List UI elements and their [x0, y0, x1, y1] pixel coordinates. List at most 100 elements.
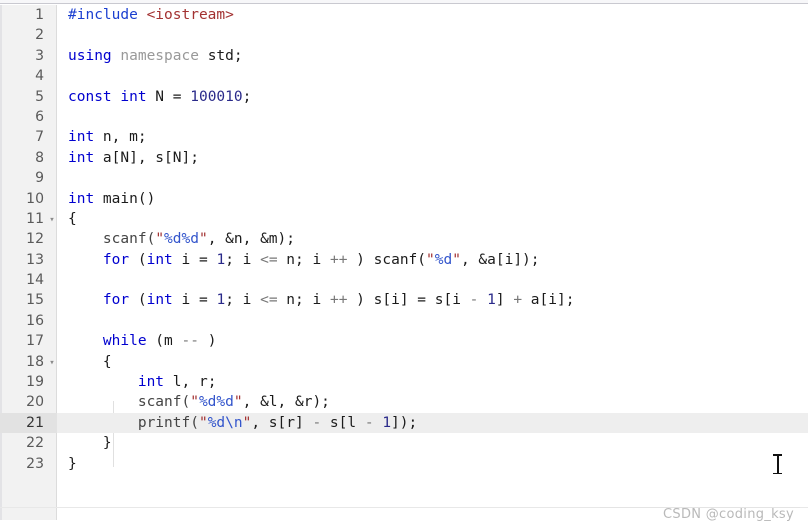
code-line[interactable]: 13 for (int i = 1; i <= n; i ++ ) scanf(… — [0, 250, 808, 270]
code-line[interactable]: 18 ▾ { — [0, 352, 808, 372]
fold-toggle-icon[interactable]: ▾ — [47, 352, 57, 372]
token-pl: } — [68, 455, 77, 472]
code-line[interactable]: 12 scanf("%d%d", &n, &m); — [0, 229, 808, 249]
token-kw: int — [68, 129, 95, 146]
code-line[interactable]: 19 int l, r; — [0, 372, 808, 392]
code-line[interactable]: 17 while (m -- ) — [0, 331, 808, 351]
code-line[interactable]: 15 for (int i = 1; i <= n; i ++ ) s[i] =… — [0, 290, 808, 310]
token-pl: ) s[i] = s[i — [347, 292, 470, 309]
token-pl: l, r; — [164, 374, 217, 391]
code-line[interactable]: 1 #include <iostream> — [0, 5, 808, 25]
code-text[interactable]: const int N = 100010; — [68, 87, 251, 107]
token-pl: ( — [129, 251, 147, 268]
token-num: 1 — [216, 292, 226, 309]
token-str: " — [190, 394, 199, 411]
code-line[interactable]: 9 — [0, 168, 808, 188]
line-number: 19 — [26, 374, 44, 391]
code-lines[interactable]: 1 #include <iostream> 2 3 using namespace st… — [0, 5, 808, 474]
code-text[interactable]: int l, r; — [68, 372, 217, 392]
watermark-text: CSDN @coding_ksy — [663, 507, 794, 522]
code-line[interactable]: 6 — [0, 107, 808, 127]
token-kw: int — [146, 292, 173, 309]
ibeam-cap-bottom — [773, 472, 782, 474]
line-number: 10 — [26, 190, 44, 207]
code-text[interactable]: while (m -- ) — [68, 331, 217, 351]
line-number: 2 — [35, 27, 44, 44]
token-fmt: %d%d — [164, 231, 199, 248]
token-op: -- — [181, 333, 199, 350]
code-text[interactable]: int main() — [68, 189, 155, 209]
token-pl: , s[r] — [251, 414, 313, 431]
token-op: - — [364, 414, 374, 431]
token-str: " — [198, 414, 208, 431]
token-op: <= — [260, 292, 278, 309]
token-pl: { — [68, 210, 77, 227]
token-pl: main() — [94, 190, 156, 207]
line-number: 14 — [26, 272, 44, 289]
code-line[interactable]: 10 int main() — [0, 189, 808, 209]
code-text[interactable]: using namespace std; — [68, 46, 243, 66]
code-line[interactable]: 22 } — [0, 433, 808, 453]
fold-toggle-icon[interactable]: ▾ — [47, 209, 57, 229]
line-number: 16 — [26, 312, 44, 329]
code-text[interactable]: #include <iostream> — [68, 5, 234, 25]
line-number: 9 — [35, 170, 44, 187]
code-text[interactable]: { — [68, 209, 77, 229]
token-pl: ] — [495, 292, 514, 309]
code-line[interactable]: 14 — [0, 270, 808, 290]
code-line[interactable]: 5 const int N = 100010; — [0, 87, 808, 107]
token-kw: int — [68, 149, 95, 166]
code-text[interactable]: int n, m; — [68, 127, 147, 147]
token-kw: for — [102, 251, 130, 268]
token-op: ++ — [329, 251, 348, 268]
code-text[interactable]: printf("%d\n", s[r] - s[l - 1]); — [68, 413, 417, 433]
code-text[interactable]: scanf("%d%d", &n, &m); — [68, 229, 295, 249]
code-text[interactable]: } — [68, 454, 77, 474]
token-kw: using — [68, 47, 112, 64]
mouse-ibeam-cursor — [773, 453, 782, 475]
code-line[interactable]: 21 printf("%d\n", s[r] - s[l - 1]); — [0, 412, 808, 434]
token-pl: i = — [172, 251, 217, 268]
code-text[interactable]: for (int i = 1; i <= n; i ++ ) scanf("%d… — [68, 250, 540, 270]
token-pl: , &l, &r); — [242, 394, 330, 411]
code-text[interactable]: for (int i = 1; i <= n; i ++ ) s[i] = s[… — [68, 290, 575, 310]
code-text[interactable]: { — [68, 352, 112, 372]
token-ns: namespace — [120, 47, 199, 64]
code-line[interactable]: 3 using namespace std; — [0, 46, 808, 66]
token-str: " — [426, 251, 435, 268]
token-pl: ) — [198, 333, 217, 350]
code-line[interactable]: 8 int a[N], s[N]; — [0, 148, 808, 168]
token-fn: scanf( — [68, 231, 156, 248]
code-line[interactable]: 7 int n, m; — [0, 127, 808, 147]
code-text[interactable]: scanf("%d%d", &l, &r); — [68, 392, 330, 412]
token-num: 1 — [216, 251, 226, 268]
token-pl: ) scanf( — [347, 251, 427, 268]
code-line[interactable]: 4 — [0, 66, 808, 86]
token-kw: int — [68, 190, 95, 207]
code-line[interactable]: 11 ▾ { — [0, 209, 808, 229]
line-number: 11 — [26, 210, 44, 227]
editor-viewport[interactable]: 1 #include <iostream> 2 3 using namespace st… — [0, 5, 808, 520]
code-editor[interactable]: 1 #include <iostream> 2 3 using namespace st… — [0, 0, 808, 532]
code-line[interactable]: 20 scanf("%d%d", &l, &r); — [0, 392, 808, 412]
token-kw: int — [146, 251, 173, 268]
token-op: <= — [260, 251, 278, 268]
code-text[interactable]: } — [68, 433, 112, 453]
token-pl: a[i]; — [522, 292, 575, 309]
line-number: 5 — [35, 88, 44, 105]
line-number: 17 — [26, 333, 44, 350]
token-kw: for — [102, 292, 130, 309]
token-pl: ( — [129, 292, 147, 309]
token-str: " — [198, 231, 208, 248]
token-pl: ; i — [225, 251, 261, 268]
code-text[interactable]: int a[N], s[N]; — [68, 148, 199, 168]
code-line[interactable]: 2 — [0, 25, 808, 45]
code-line[interactable]: 16 — [0, 311, 808, 331]
token-pl: , &n, &m); — [207, 231, 296, 248]
token-pl: n, m; — [94, 129, 147, 146]
code-line[interactable]: 23} — [0, 454, 808, 474]
